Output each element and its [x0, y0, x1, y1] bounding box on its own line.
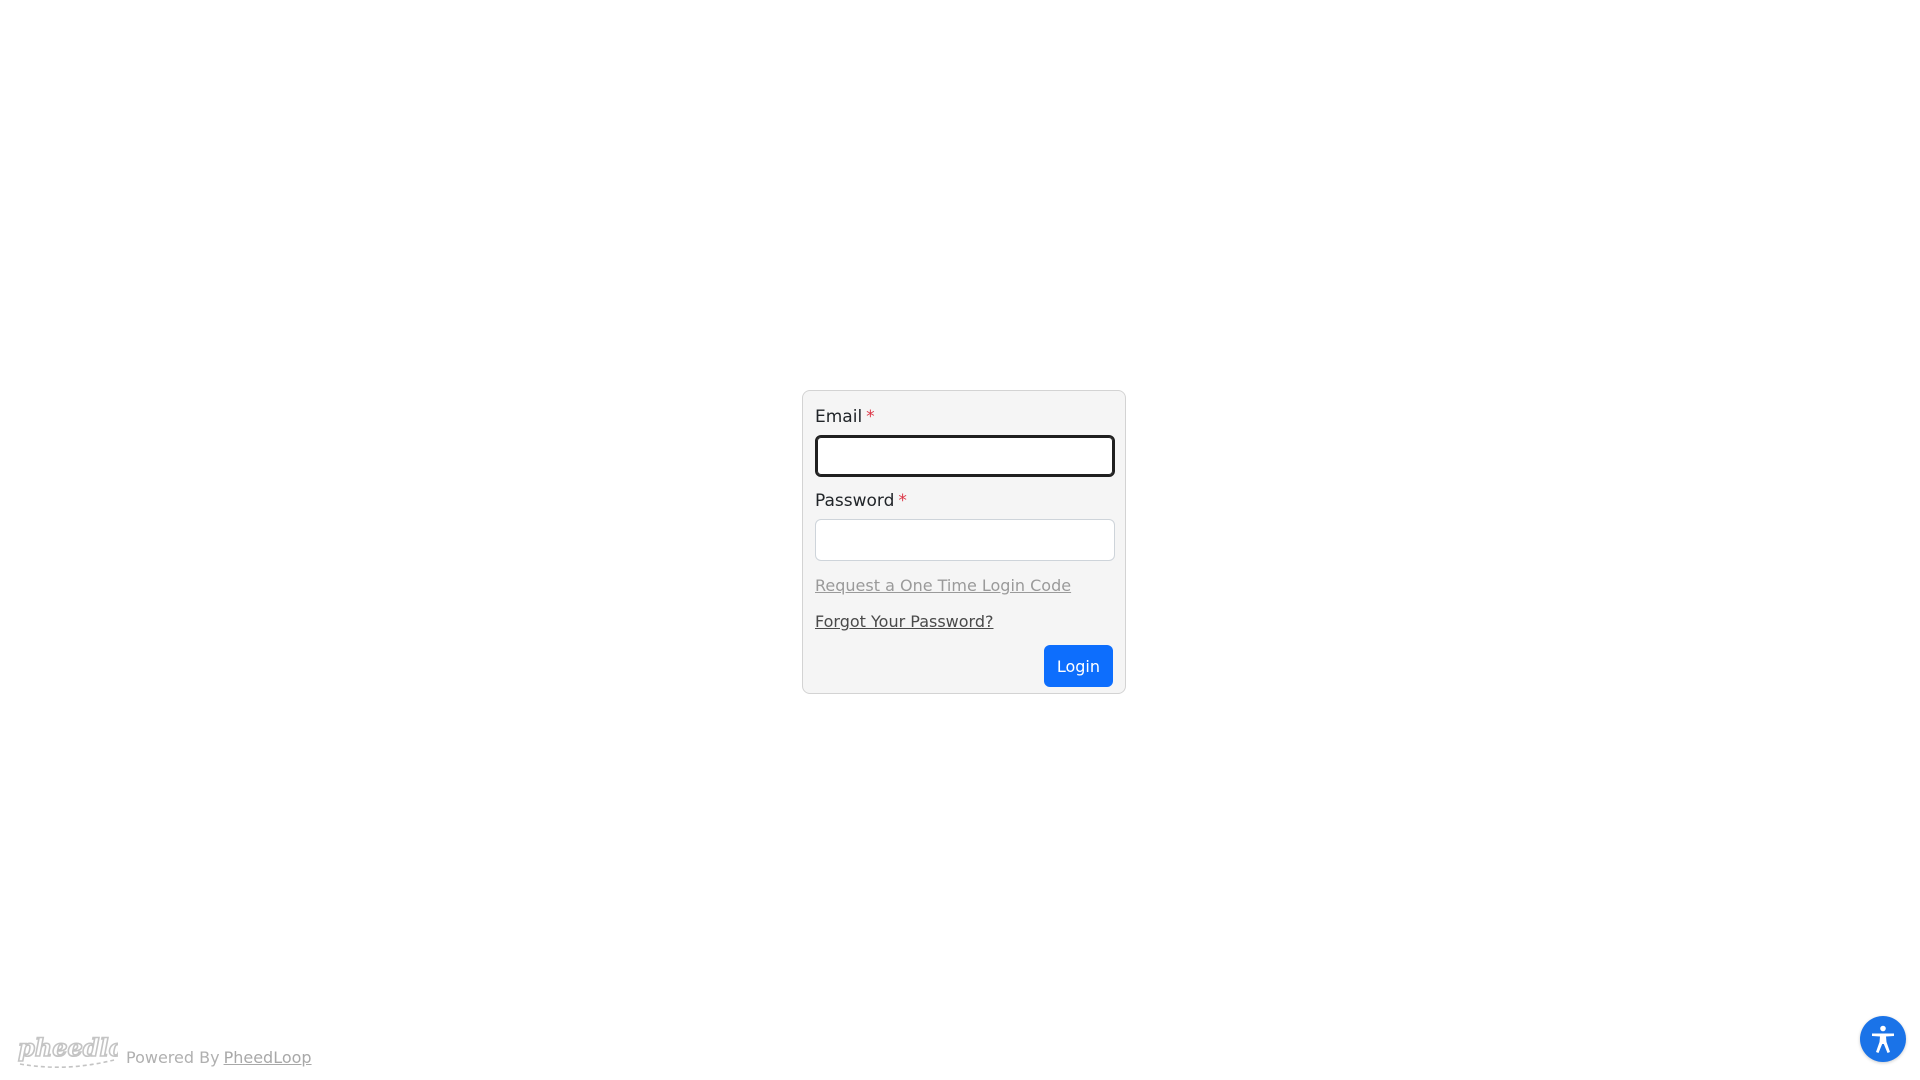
one-time-login-code-link[interactable]: Request a One Time Login Code — [815, 575, 1071, 597]
email-label-text: Email — [815, 407, 863, 427]
accessibility-button[interactable] — [1860, 1016, 1906, 1062]
login-button[interactable]: Login — [1043, 645, 1113, 687]
email-input[interactable] — [815, 435, 1115, 477]
powered-by-text: Powered By — [126, 1048, 220, 1067]
pheedloop-logo: pheedloop — [17, 1032, 118, 1068]
login-card: Email * Password * Request a One Time Logi… — [802, 390, 1126, 694]
powered-by: Powered By PheedLoop — [126, 1048, 312, 1070]
forgot-password-link[interactable]: Forgot Your Password? — [815, 611, 994, 633]
email-required-mark: * — [866, 407, 875, 427]
login-page: Email * Password * Request a One Time Logi… — [0, 0, 1920, 1080]
accessibility-icon — [1872, 1025, 1894, 1053]
password-label-text: Password — [815, 491, 895, 511]
password-label: Password * — [815, 489, 1113, 513]
password-required-mark: * — [898, 491, 907, 511]
footer: pheedloop Powered ByPheedLoop — [16, 1030, 312, 1070]
login-button-row: Login — [815, 645, 1113, 687]
password-input[interactable] — [815, 519, 1115, 561]
pheedloop-link[interactable]: PheedLoop — [224, 1048, 312, 1067]
email-label: Email * — [815, 405, 1113, 429]
svg-text:pheedloop: pheedloop — [18, 1033, 118, 1062]
